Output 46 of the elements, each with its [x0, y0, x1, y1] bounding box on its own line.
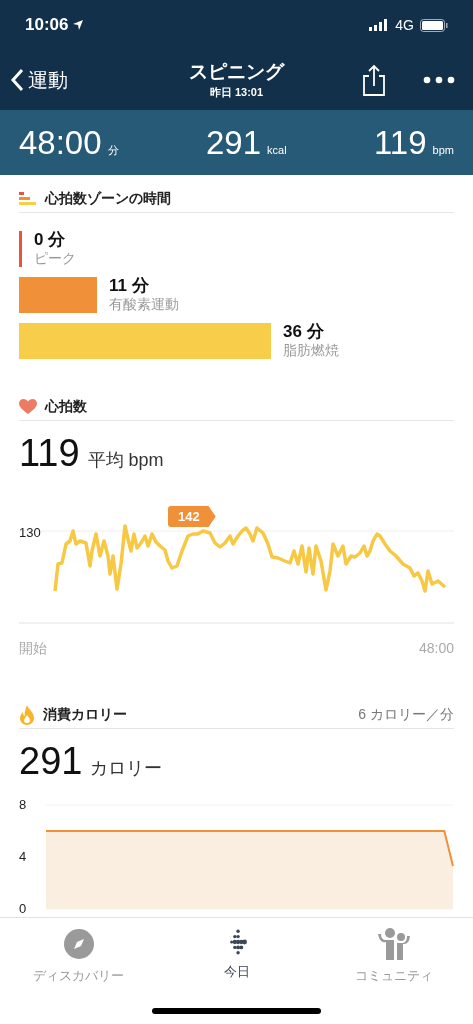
share-button[interactable] [361, 64, 387, 96]
signal-icon [369, 19, 390, 31]
calories-unit: カロリー [90, 757, 163, 780]
axis-tick-label: 4 [19, 850, 27, 864]
zone-label: ピーク [34, 249, 76, 267]
stat-value: 48:00 [19, 122, 102, 163]
chevron-left-icon [10, 68, 24, 92]
zone-minutes: 0 分 [34, 231, 67, 249]
stat-value: 291 [205, 122, 262, 163]
stat-unit: 分 [107, 142, 119, 158]
share-icon [361, 64, 387, 96]
zone-label: 有酸素運動 [109, 295, 179, 313]
zone-minutes: 36 分 [283, 323, 325, 341]
axis-tick-label: 130 [19, 524, 41, 542]
battery-icon [420, 18, 448, 32]
page-title: スピニング [189, 59, 284, 84]
location-arrow-icon [72, 19, 85, 31]
average-unit: 平均 bpm [87, 449, 164, 472]
axis-start-label: 開始 [19, 639, 47, 658]
page-subtitle: 昨日 13:01 [209, 84, 264, 100]
more-button[interactable] [423, 76, 455, 84]
more-icon [423, 76, 455, 84]
tab-item[interactable]: 今日 [157, 928, 316, 982]
axis-tick-label: 8 [19, 798, 27, 812]
stat-unit: bpm [432, 142, 454, 158]
axis-end-label: 48:00 [418, 639, 454, 658]
calorie-rate: 6 カロリー／分 [358, 705, 454, 724]
stat-unit: kcal [267, 142, 287, 158]
heart-icon [19, 398, 37, 415]
compass-icon [62, 928, 95, 960]
people-icon [376, 928, 413, 960]
clock-time: 10:06 [25, 14, 69, 37]
average-heart-rate: 119 [19, 431, 80, 476]
peak-tooltip: 142 [168, 506, 216, 527]
zone-label: 脂肪燃焼 [283, 341, 339, 359]
zone-minutes: 11 分 [109, 277, 150, 295]
section-title: 心拍数 [45, 397, 87, 416]
zone-bars-icon [19, 191, 37, 206]
axis-tick-label: 0 [19, 902, 27, 916]
stat-value: 119 [373, 122, 427, 163]
total-calories: 291 [19, 739, 83, 784]
section-title: 消費カロリー [43, 705, 127, 724]
flame-icon [19, 704, 35, 725]
back-button[interactable]: 運動 [10, 65, 68, 95]
section-title: 心拍数ゾーンの時間 [45, 189, 171, 208]
network-label: 4G [395, 15, 414, 35]
